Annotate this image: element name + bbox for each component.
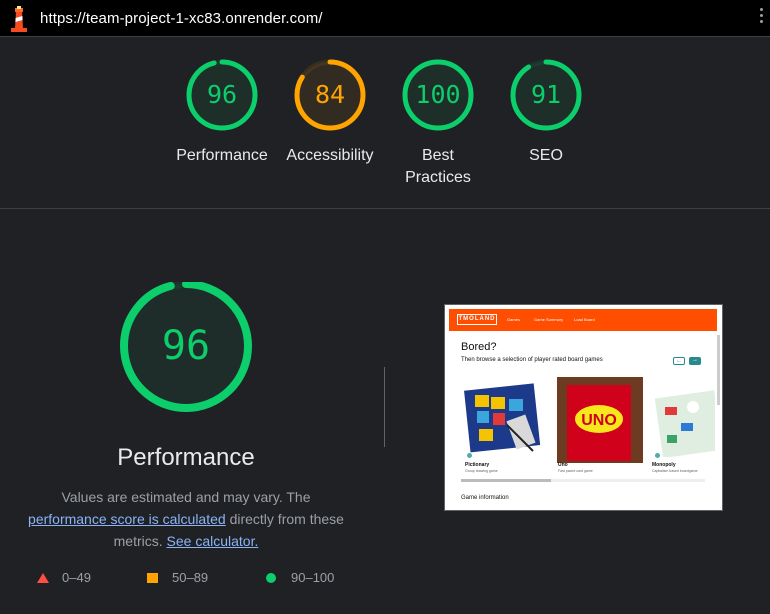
gauge-label-line1: Best bbox=[421, 147, 454, 164]
category-gauges: 96 Performance 84 Accessibility 100 Best… bbox=[0, 37, 770, 209]
card-dot bbox=[655, 453, 660, 458]
site-subheading: Then browse a selection of player rated … bbox=[461, 357, 603, 363]
final-screenshot[interactable]: TMOLAND Games Game Summary Load Board Bo… bbox=[444, 304, 723, 511]
arrow-right-icon: → bbox=[689, 357, 701, 365]
card-title: Pictionary bbox=[465, 462, 490, 468]
gauge-label: SEO bbox=[529, 147, 563, 164]
performance-score-link[interactable]: performance score is calculated bbox=[28, 511, 226, 527]
legend-range: 90–100 bbox=[291, 570, 335, 585]
uno-image: UNO bbox=[557, 377, 643, 463]
see-calculator-link[interactable]: See calculator. bbox=[167, 533, 259, 549]
gauge-score: 100 bbox=[415, 80, 461, 109]
card-subtitle: Capitalism based boardgame bbox=[652, 469, 698, 473]
gauge-seo[interactable]: 91 SEO bbox=[491, 59, 601, 167]
site-nav-link: Load Board bbox=[574, 317, 595, 322]
legend-range: 50–89 bbox=[172, 570, 209, 585]
legend-range: 0–49 bbox=[62, 570, 91, 585]
card-title: Uno bbox=[558, 462, 568, 468]
desc-text-1: Values are estimated and may vary. The bbox=[61, 489, 311, 505]
more-options-icon[interactable] bbox=[758, 8, 764, 28]
gauge-score: 96 bbox=[206, 80, 238, 109]
gauge-label: Best Practices bbox=[383, 145, 493, 189]
carousel-scrollbar bbox=[461, 479, 705, 482]
gauge-score: 91 bbox=[530, 80, 562, 109]
gauge-label-line2: Practices bbox=[405, 169, 471, 186]
gauge-label: Performance bbox=[176, 147, 268, 164]
gauge-label: Accessibility bbox=[286, 147, 374, 164]
site-logo: TMOLAND bbox=[457, 314, 497, 325]
legend-pass: 90–100 bbox=[265, 570, 334, 585]
arrow-left-icon: ← bbox=[673, 357, 685, 365]
gauge-best-practices[interactable]: 100 Best Practices bbox=[383, 59, 493, 189]
site-section-heading: Game information bbox=[461, 495, 509, 501]
legend-fail: 0–49 bbox=[36, 570, 91, 585]
triangle-icon bbox=[37, 572, 49, 583]
gauge-score: 84 bbox=[314, 80, 346, 109]
pictionary-image bbox=[464, 383, 541, 453]
card-subtitle: Group drawing game bbox=[465, 469, 498, 473]
site-nav-link: Games bbox=[507, 317, 520, 322]
lighthouse-icon bbox=[11, 6, 27, 32]
performance-score-large: 96 bbox=[161, 323, 211, 369]
performance-description: Values are estimated and may vary. The p… bbox=[22, 486, 350, 552]
top-bar: https://team-project-1-xc83.onrender.com… bbox=[0, 0, 770, 37]
gauge-performance[interactable]: 96 Performance bbox=[167, 59, 277, 167]
gauge-accessibility[interactable]: 84 Accessibility bbox=[275, 59, 385, 167]
performance-title: Performance bbox=[117, 444, 255, 471]
card-subtitle: Fast paced card game bbox=[558, 469, 593, 473]
score-legend: 0–49 50–89 90–100 bbox=[36, 570, 356, 590]
page-scrollbar bbox=[717, 335, 720, 405]
circle-icon bbox=[266, 572, 276, 583]
performance-gauge-large: 96 bbox=[116, 280, 256, 422]
site-navbar: TMOLAND Games Game Summary Load Board bbox=[449, 309, 717, 331]
card-dot bbox=[467, 453, 472, 458]
site-nav-link: Game Summary bbox=[534, 317, 564, 322]
card-title: Monopoly bbox=[652, 462, 676, 468]
uno-logo-text: UNO bbox=[581, 412, 617, 429]
site-heading: Bored? bbox=[461, 341, 497, 353]
page-url: https://team-project-1-xc83.onrender.com… bbox=[40, 10, 323, 27]
legend-average: 50–89 bbox=[146, 570, 208, 585]
vertical-divider bbox=[384, 367, 385, 447]
square-icon bbox=[147, 572, 158, 583]
monopoly-image bbox=[654, 390, 715, 457]
